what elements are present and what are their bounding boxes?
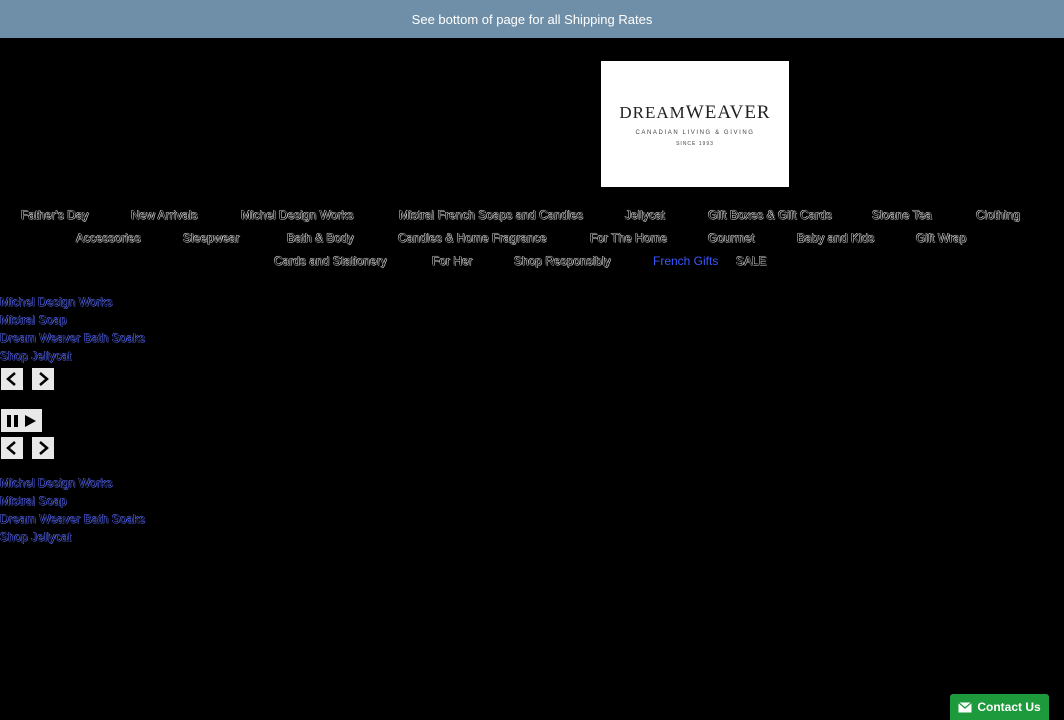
logo-word2: WEAVER (685, 101, 771, 123)
slide-link-bath-soaks-2[interactable]: Dream Weaver Bath Soaks (0, 512, 145, 526)
nav-item-clothing[interactable]: Clothing (976, 208, 1020, 222)
logo-wordmark: DREAMWEAVER (619, 102, 770, 124)
nav-item-gift-wrap[interactable]: Gift Wrap (916, 231, 966, 245)
nav-item-fathers-day[interactable]: Father's Day (21, 208, 89, 222)
slide-link-shop-jellycat-2[interactable]: Shop Jellycat (0, 530, 71, 544)
chevron-left-icon (6, 372, 16, 386)
logo-word1: DREAM (619, 102, 686, 122)
nav-item-gift-boxes[interactable]: Gift Boxes & Gift Cards (708, 208, 832, 222)
slide-link-michel-design-works[interactable]: Michel Design Works (0, 295, 112, 309)
slideshow-pause-play-button[interactable] (1, 409, 42, 432)
contact-us-button[interactable]: Contact Us (950, 694, 1049, 720)
logo-since: SINCE 1993 (676, 140, 714, 147)
slideshow-prev-button[interactable] (1, 368, 23, 390)
nav-item-gourmet[interactable]: Gourmet (708, 231, 755, 245)
nav-item-sale[interactable]: SALE (736, 254, 767, 268)
nav-item-sloane-tea[interactable]: Sloane Tea (872, 208, 932, 222)
nav-item-accessories[interactable]: Accessories (76, 231, 141, 245)
slide-link-michel-design-works-2[interactable]: Michel Design Works (0, 476, 112, 490)
announcement-text: See bottom of page for all Shipping Rate… (411, 11, 653, 27)
nav-item-cards-stationery[interactable]: Cards and Stationery (274, 254, 387, 268)
pause-icon (7, 414, 18, 427)
slideshow-prev-button-2[interactable] (1, 437, 23, 459)
nav-item-michel-design-works[interactable]: Michel Design Works (241, 208, 353, 222)
nav-item-french-gifts[interactable]: French Gifts (653, 254, 718, 268)
envelope-icon (958, 701, 973, 712)
nav-item-shop-responsibly[interactable]: Shop Responsibly (514, 254, 611, 268)
slide-link-shop-jellycat[interactable]: Shop Jellycat (0, 349, 71, 363)
contact-us-label: Contact Us (977, 700, 1041, 714)
slide-link-mistral-soap-2[interactable]: Mistral Soap (0, 494, 67, 508)
chevron-right-icon (39, 372, 49, 386)
logo-tagline: CANADIAN LIVING & GIVING (635, 129, 755, 136)
chevron-right-icon (39, 441, 49, 455)
nav-item-jellycat[interactable]: Jellycat (625, 208, 665, 222)
nav-item-candles-home-fragrance[interactable]: Candles & Home Fragrance (398, 231, 547, 245)
slide-link-bath-soaks[interactable]: Dream Weaver Bath Soaks (0, 331, 145, 345)
site-logo[interactable]: DREAMWEAVER CANADIAN LIVING & GIVING SIN… (601, 61, 789, 187)
nav-item-for-the-home[interactable]: For The Home (590, 231, 667, 245)
nav-item-for-her[interactable]: For Her (432, 254, 473, 268)
announcement-bar: See bottom of page for all Shipping Rate… (0, 0, 1064, 38)
nav-item-sleepwear[interactable]: Sleepwear (183, 231, 240, 245)
slideshow-next-button[interactable] (32, 368, 54, 390)
nav-item-mistral-french-soaps[interactable]: Mistral French Soaps and Candles (399, 208, 583, 222)
chevron-left-icon (6, 441, 16, 455)
slide-link-mistral-soap[interactable]: Mistral Soap (0, 313, 67, 327)
nav-item-bath-body[interactable]: Bath & Body (287, 231, 354, 245)
nav-item-baby-kids[interactable]: Baby and Kids (797, 231, 874, 245)
play-icon (25, 414, 36, 427)
slideshow-next-button-2[interactable] (32, 437, 54, 459)
nav-item-new-arrivals[interactable]: New Arrivals (131, 208, 198, 222)
